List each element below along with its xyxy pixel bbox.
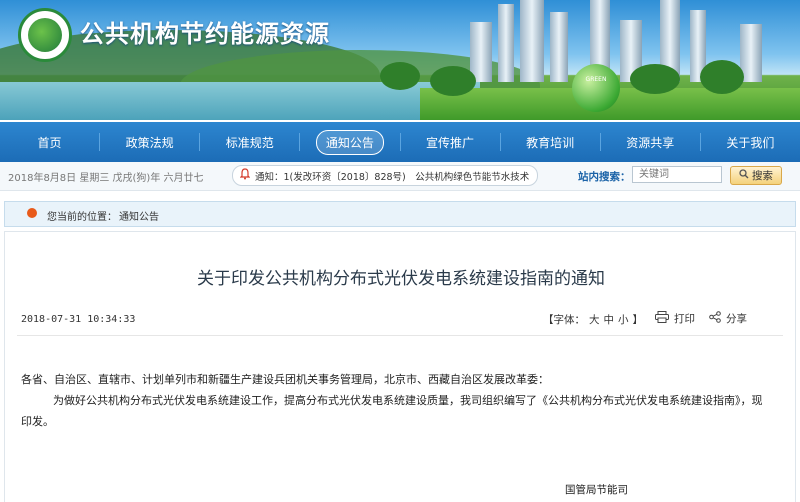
article-body-line: 印发。 xyxy=(21,415,54,428)
article-title: 关于印发公共机构分布式光伏发电系统建设指南的通知 xyxy=(197,269,605,289)
nav-item-about[interactable]: 关于我们 xyxy=(701,122,800,162)
font-size-control: 【字体： 大中小】 xyxy=(541,312,645,327)
font-size-bracket: 】 xyxy=(632,314,644,326)
publish-date: 2018-07-31 10:34:33 xyxy=(21,314,136,325)
main-nav: 首页 政策法规 标准规范 通知公告 宣传推广 教育培训 资源共享 关于我们 xyxy=(0,122,800,162)
nav-item-label: 政策法规 xyxy=(125,135,174,150)
site-logo[interactable] xyxy=(18,8,72,62)
article-body-line: 为做好公共机构分布式光伏发电系统建设工作，提高分布式光伏发电系统建设质量，我司组… xyxy=(53,394,763,407)
share-label: 分享 xyxy=(726,313,747,325)
share-button[interactable]: 分享 xyxy=(709,311,747,326)
nav-item-label: 首页 xyxy=(37,135,62,150)
bell-icon xyxy=(239,168,251,180)
banner-building xyxy=(520,0,544,82)
article-signature: 国管局节能司 xyxy=(565,484,628,496)
banner-tree xyxy=(630,64,680,94)
banner-building xyxy=(550,12,568,82)
nav-item-training[interactable]: 教育培训 xyxy=(501,122,600,162)
font-size-medium[interactable]: 中 xyxy=(604,314,615,326)
nav-item-label: 标准规范 xyxy=(225,135,274,150)
notice-ticker[interactable]: 通知：1(发改环资〔2018〕828号) 公共机构绿色节能节水技术 xyxy=(232,165,538,186)
location-pin-icon xyxy=(27,208,37,218)
font-size-label: 【字体： xyxy=(543,314,585,326)
search-input[interactable] xyxy=(632,166,722,183)
header-banner: 公共机构节约能源资源 GREEN xyxy=(0,0,800,120)
nav-item-resources[interactable]: 资源共享 xyxy=(601,122,700,162)
article-panel: 关于印发公共机构分布式光伏发电系统建设指南的通知 2018-07-31 10:3… xyxy=(4,231,796,502)
search-label: 站内搜索： xyxy=(578,171,631,183)
print-button[interactable]: 打印 xyxy=(655,311,695,326)
nav-item-label: 关于我们 xyxy=(726,135,775,150)
logo-emblem-icon xyxy=(28,18,62,52)
search-button-label: 搜索 xyxy=(752,170,773,182)
search-icon xyxy=(739,169,749,182)
site-title: 公共机构节约能源资源 xyxy=(80,20,330,48)
nav-item-label: 教育培训 xyxy=(526,135,575,150)
info-bar: 2018年8月8日 星期三 戊戌(狗)年 六月廿七 通知：1(发改环资〔2018… xyxy=(0,162,800,191)
nav-item-label: 资源共享 xyxy=(626,135,675,150)
nav-item-home[interactable]: 首页 xyxy=(0,122,99,162)
green-globe-icon: GREEN xyxy=(572,64,620,112)
printer-icon xyxy=(655,311,669,326)
article-divider xyxy=(17,335,783,336)
nav-item-standards[interactable]: 标准规范 xyxy=(200,122,299,162)
article-recipients: 各省、自治区、直辖市、计划单列市和新疆生产建设兵团机关事务管理局，北京市、西藏自… xyxy=(21,373,549,386)
nav-item-label: 通知公告 xyxy=(315,129,384,155)
banner-tree xyxy=(430,66,476,96)
share-icon xyxy=(709,311,721,326)
nav-item-notices[interactable]: 通知公告 xyxy=(300,122,399,162)
nav-item-label: 宣传推广 xyxy=(426,135,475,150)
font-size-large[interactable]: 大 xyxy=(589,314,600,326)
breadcrumb-current[interactable]: 通知公告 xyxy=(119,208,159,223)
notice-text: 通知：1(发改环资〔2018〕828号) 公共机构绿色节能节水技术 xyxy=(255,172,530,183)
breadcrumb-label: 您当前的位置： xyxy=(47,212,117,223)
print-label: 打印 xyxy=(674,313,695,325)
search-button[interactable]: 搜索 xyxy=(730,166,782,185)
banner-tree xyxy=(700,60,744,94)
globe-label: GREEN xyxy=(585,76,607,83)
banner-tree xyxy=(380,62,420,90)
font-size-small[interactable]: 小 xyxy=(618,314,629,326)
breadcrumb: 您当前的位置： 通知公告 xyxy=(4,201,796,227)
current-date: 2018年8月8日 星期三 戊戌(狗)年 六月廿七 xyxy=(8,173,204,184)
nav-item-promotion[interactable]: 宣传推广 xyxy=(401,122,500,162)
banner-building xyxy=(498,4,514,82)
nav-item-policies[interactable]: 政策法规 xyxy=(100,122,199,162)
